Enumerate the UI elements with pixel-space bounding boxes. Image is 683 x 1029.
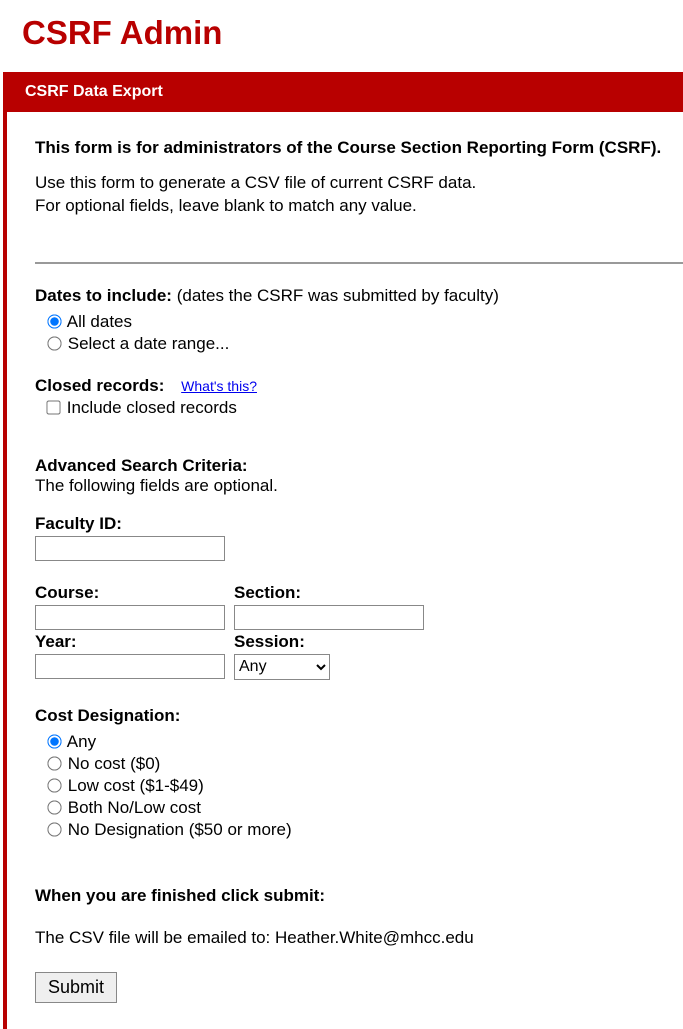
year-input[interactable] — [35, 654, 225, 679]
faculty-id-block: Faculty ID: — [35, 514, 683, 561]
course-input[interactable] — [35, 605, 225, 630]
dates-radio-range[interactable] — [47, 336, 61, 350]
course-grid: Course: Section: Year: Session: Any — [35, 583, 683, 680]
dates-label: Dates to include: — [35, 286, 172, 305]
advanced-subtitle: The following fields are optional. — [35, 476, 683, 496]
course-label: Course: — [35, 583, 230, 603]
whats-this-link[interactable]: What's this? — [181, 378, 257, 394]
email-line: The CSV file will be emailed to: Heather… — [35, 928, 683, 948]
advanced-title: Advanced Search Criteria: — [35, 456, 683, 476]
session-select[interactable]: Any — [234, 654, 330, 680]
section-label: Section: — [234, 583, 429, 603]
cost-radio-low-label: Low cost ($1-$49) — [68, 776, 204, 795]
dates-radio-range-label: Select a date range... — [68, 334, 230, 353]
faculty-id-input[interactable] — [35, 536, 225, 561]
intro-heading: This form is for administrators of the C… — [35, 138, 683, 158]
dates-radio-all[interactable] — [47, 314, 61, 328]
cost-radio-no[interactable] — [47, 756, 61, 770]
panel-body: This form is for administrators of the C… — [7, 112, 683, 1029]
cost-radio-any[interactable] — [47, 734, 61, 748]
finish-block: When you are finished click submit: The … — [35, 886, 683, 1003]
intro-line-2: For optional fields, leave blank to matc… — [35, 195, 683, 218]
page-title: CSRF Admin — [22, 14, 683, 52]
panel-header: CSRF Data Export — [7, 72, 683, 112]
session-label: Session: — [234, 632, 429, 652]
year-label: Year: — [35, 632, 230, 652]
cost-radio-low[interactable] — [47, 778, 61, 792]
dates-hint: (dates the CSRF was submitted by faculty… — [177, 286, 499, 305]
export-panel: CSRF Data Export This form is for admini… — [3, 72, 683, 1029]
cost-radio-both[interactable] — [47, 800, 61, 814]
dates-radio-all-label: All dates — [67, 312, 132, 331]
email-prefix: The CSV file will be emailed to: — [35, 928, 275, 947]
intro-line-1: Use this form to generate a CSV file of … — [35, 172, 683, 195]
closed-label: Closed records: — [35, 376, 164, 395]
cost-radio-no-label: No cost ($0) — [68, 754, 161, 773]
closed-block: Closed records: What's this? Include clo… — [35, 376, 683, 418]
include-closed-checkbox[interactable] — [46, 400, 60, 414]
cost-radio-none-label: No Designation ($50 or more) — [68, 820, 292, 839]
section-input[interactable] — [234, 605, 424, 630]
finish-title: When you are finished click submit: — [35, 886, 683, 906]
email-address: Heather.White@mhcc.edu — [275, 928, 474, 947]
cost-radio-any-label: Any — [67, 732, 96, 751]
dates-block: Dates to include: (dates the CSRF was su… — [35, 286, 683, 354]
cost-label: Cost Designation: — [35, 706, 683, 726]
divider — [35, 262, 683, 264]
cost-radio-both-label: Both No/Low cost — [68, 798, 201, 817]
cost-block: Cost Designation: Any No cost ($0) Low c… — [35, 706, 683, 840]
faculty-id-label: Faculty ID: — [35, 514, 683, 534]
include-closed-label: Include closed records — [67, 398, 237, 417]
cost-radio-none[interactable] — [47, 822, 61, 836]
submit-button[interactable]: Submit — [35, 972, 117, 1003]
